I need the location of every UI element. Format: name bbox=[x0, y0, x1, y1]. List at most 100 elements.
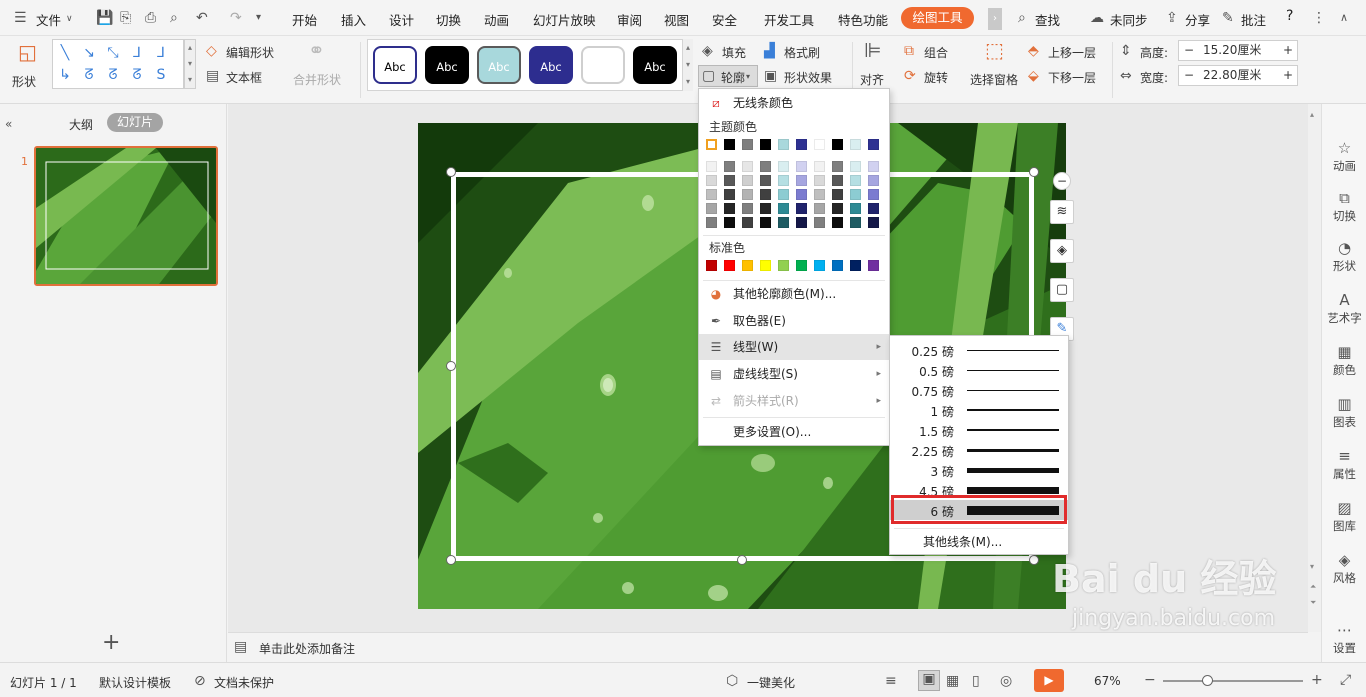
rotate-button[interactable]: 旋转 bbox=[924, 69, 948, 86]
share-button[interactable]: 分享 bbox=[1185, 10, 1210, 29]
resize-handle[interactable] bbox=[446, 555, 456, 565]
theme-shade-swatch[interactable] bbox=[868, 161, 879, 172]
theme-shade-swatch[interactable] bbox=[778, 203, 789, 214]
slide-thumbnail[interactable] bbox=[34, 146, 218, 286]
theme-shade-swatch[interactable] bbox=[778, 217, 789, 228]
theme-shade-swatch[interactable] bbox=[742, 175, 753, 186]
theme-color-swatch[interactable] bbox=[832, 139, 843, 150]
scroll-down-icon[interactable]: ▾ bbox=[1310, 562, 1314, 571]
plus-icon[interactable]: + bbox=[1283, 41, 1293, 60]
theme-shade-swatch[interactable] bbox=[742, 217, 753, 228]
theme-shade-swatch[interactable] bbox=[760, 161, 771, 172]
hamburger-icon[interactable]: ☰ bbox=[14, 10, 27, 26]
resize-handle[interactable] bbox=[1029, 555, 1039, 565]
standard-color-swatch[interactable] bbox=[832, 260, 843, 271]
collapse-panel-icon[interactable]: « bbox=[5, 116, 12, 132]
width-stepper[interactable]: − 22.80厘米 + bbox=[1178, 65, 1298, 86]
resize-handle[interactable] bbox=[446, 361, 456, 371]
theme-shade-swatch[interactable] bbox=[850, 203, 861, 214]
theme-shade-swatch[interactable] bbox=[760, 189, 771, 200]
sidebar-item-transition[interactable]: ⧉ 切换 bbox=[1322, 188, 1366, 224]
help-button[interactable]: ? bbox=[1286, 8, 1293, 24]
zoom-in-icon[interactable]: + bbox=[1311, 672, 1323, 688]
elbow-connector-icon[interactable]: ⅃ bbox=[127, 44, 147, 62]
sync-button[interactable]: 未同步 bbox=[1110, 10, 1148, 29]
collapse-ribbon-icon[interactable]: ∧ bbox=[1340, 10, 1348, 26]
theme-color-swatch[interactable] bbox=[760, 139, 771, 150]
tab-developer[interactable]: 开发工具 bbox=[764, 10, 814, 29]
redo-icon[interactable]: ↷ bbox=[230, 10, 242, 26]
standard-color-swatch[interactable] bbox=[796, 260, 807, 271]
comment-icon[interactable]: ✎ bbox=[1222, 10, 1234, 26]
zoom-value[interactable]: 67% bbox=[1094, 674, 1121, 688]
standard-color-swatch[interactable] bbox=[760, 260, 771, 271]
theme-color-swatch[interactable] bbox=[850, 139, 861, 150]
tab-transition[interactable]: 切换 bbox=[436, 10, 461, 29]
fill-button[interactable]: 填充 bbox=[722, 44, 746, 61]
add-slide-button[interactable]: + bbox=[102, 630, 120, 655]
vertical-scrollbar[interactable]: ▴ ▾ ⏶ ⏷ bbox=[1308, 104, 1321, 632]
line-weight-option[interactable]: 1 磅 bbox=[890, 400, 1068, 420]
height-stepper[interactable]: − 15.20厘米 + bbox=[1178, 40, 1298, 61]
sidebar-item-image[interactable]: ▨ 图库 bbox=[1322, 498, 1366, 534]
sidebar-item-settings[interactable]: ⋯ 设置 bbox=[1322, 620, 1366, 656]
theme-shade-swatch[interactable] bbox=[796, 217, 807, 228]
curve-arrow-icon[interactable]: ᘔ bbox=[103, 66, 123, 84]
theme-shade-swatch[interactable] bbox=[832, 189, 843, 200]
prev-page-icon[interactable]: ⏶ bbox=[1310, 582, 1316, 592]
template-name[interactable]: 默认设计模板 bbox=[99, 674, 171, 691]
theme-shade-swatch[interactable] bbox=[706, 189, 717, 200]
tab-slides[interactable]: 幻灯片 bbox=[107, 113, 163, 132]
theme-shade-swatch[interactable] bbox=[850, 175, 861, 186]
height-input[interactable]: 15.20厘米 bbox=[1203, 41, 1261, 60]
standard-color-swatch[interactable] bbox=[706, 260, 717, 271]
zoom-slider-thumb[interactable] bbox=[1202, 675, 1213, 686]
play-button[interactable]: ▶ bbox=[1034, 669, 1064, 692]
shape-style-gallery[interactable]: Abc Abc Abc Abc Abc bbox=[367, 39, 693, 91]
standard-color-swatch[interactable] bbox=[814, 260, 825, 271]
theme-shade-swatch[interactable] bbox=[742, 203, 753, 214]
tab-animation[interactable]: 动画 bbox=[484, 10, 509, 29]
line-weight-option[interactable]: 0.25 磅 bbox=[890, 340, 1068, 360]
theme-color-swatch[interactable] bbox=[868, 139, 879, 150]
outline-button[interactable]: ▢ 轮廓 ▾ bbox=[698, 65, 758, 87]
theme-shade-swatch[interactable] bbox=[868, 203, 879, 214]
theme-shade-swatch[interactable] bbox=[814, 175, 825, 186]
layers-icon[interactable]: ≋ bbox=[1050, 200, 1074, 224]
theme-shade-swatch[interactable] bbox=[868, 189, 879, 200]
line-gallery[interactable]: ╲ ↘ ⤡ ⅃ ⅃ ↳ ᘔ ᘔ ᘔ S bbox=[52, 39, 184, 89]
notes-toggle-icon[interactable]: ≡ bbox=[885, 673, 897, 689]
theme-color-swatch[interactable] bbox=[796, 139, 807, 150]
search-button[interactable]: 查找 bbox=[1035, 10, 1060, 29]
style-gallery-scroll[interactable]: ▴ ▾ ▾ bbox=[682, 39, 693, 91]
theme-shade-swatch[interactable] bbox=[760, 175, 771, 186]
expand-tabs-button[interactable]: › bbox=[988, 8, 1002, 30]
theme-shade-swatch[interactable] bbox=[832, 161, 843, 172]
line-weight-option[interactable]: 2.25 磅 bbox=[890, 440, 1068, 460]
elbow-double-icon[interactable]: ↳ bbox=[55, 66, 75, 84]
standard-color-swatch[interactable] bbox=[742, 260, 753, 271]
arrow-style-item[interactable]: ⇄ 箭头样式(R) ▸ bbox=[699, 388, 889, 414]
style-swatch[interactable]: Abc bbox=[477, 46, 521, 84]
theme-shade-swatch[interactable] bbox=[778, 161, 789, 172]
theme-shade-swatch[interactable] bbox=[778, 189, 789, 200]
theme-shade-swatch[interactable] bbox=[706, 217, 717, 228]
plus-icon[interactable]: + bbox=[1283, 66, 1293, 85]
slide-sorter-icon[interactable]: ▦ bbox=[946, 673, 959, 689]
elbow-arrow-icon[interactable]: ⅃ bbox=[151, 44, 171, 62]
print-icon[interactable]: ⎙ bbox=[145, 10, 156, 26]
chevron-down-icon[interactable]: ∨ bbox=[66, 11, 73, 27]
standard-color-swatch[interactable] bbox=[868, 260, 879, 271]
bring-forward-button[interactable]: 上移一层 bbox=[1048, 44, 1096, 61]
shape-effect-button[interactable]: 形状效果 bbox=[784, 69, 832, 86]
theme-color-swatch[interactable] bbox=[778, 139, 789, 150]
theme-shade-swatch[interactable] bbox=[796, 175, 807, 186]
dash-type-item[interactable]: ▤ 虚线线型(S) ▸ bbox=[699, 361, 889, 387]
style-swatch[interactable] bbox=[581, 46, 625, 84]
standard-color-swatch[interactable] bbox=[850, 260, 861, 271]
sidebar-item-shapes[interactable]: ◔ 形状 bbox=[1322, 238, 1366, 274]
sidebar-item-chart[interactable]: ▥ 图表 bbox=[1322, 394, 1366, 430]
line-type-item[interactable]: ☰ 线型(W) ▸ bbox=[699, 334, 889, 360]
double-arrow-icon[interactable]: ⤡ bbox=[103, 44, 123, 62]
tab-drawing-tools[interactable]: 绘图工具 bbox=[901, 7, 974, 29]
